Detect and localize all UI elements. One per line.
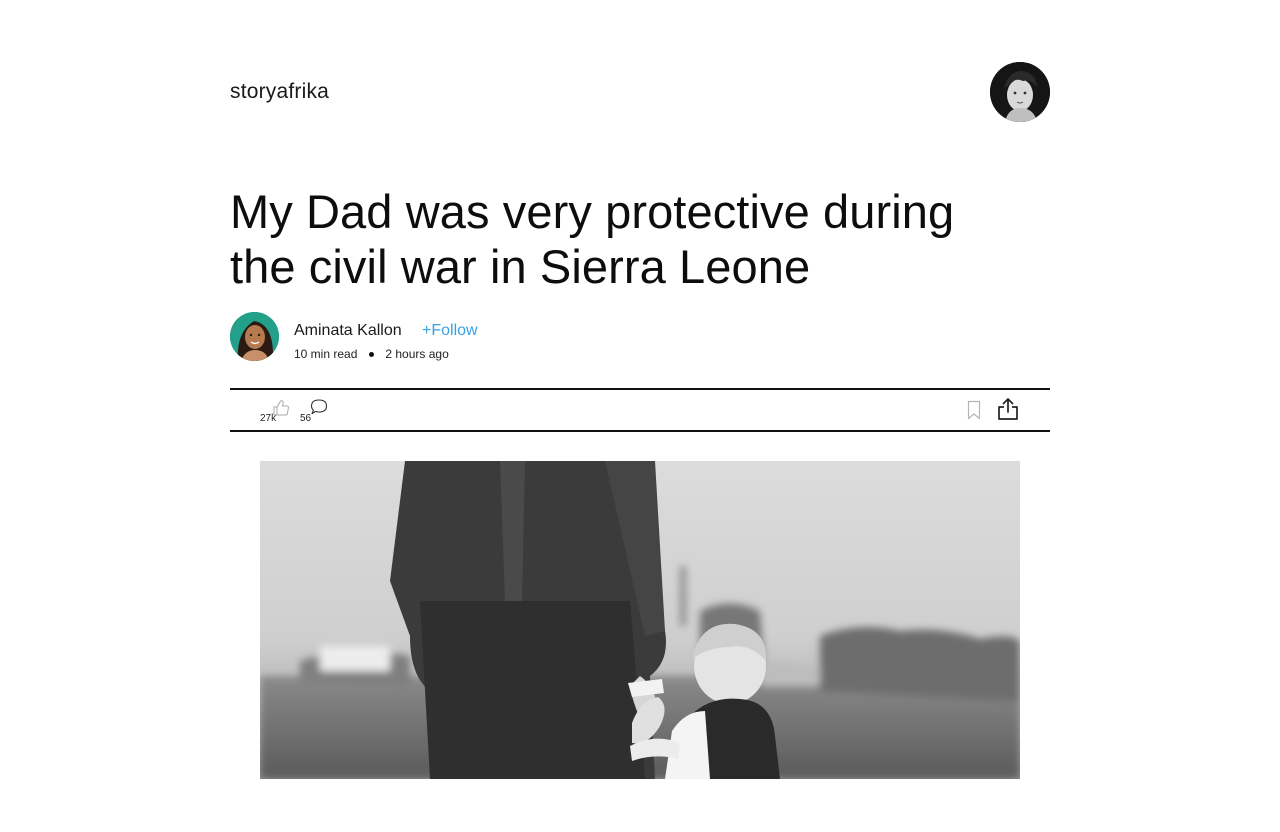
article-title: My Dad was very protective during the ci… [230, 185, 955, 293]
like-count: 27k [260, 413, 277, 424]
author-name[interactable]: Aminata Kallon [294, 322, 402, 340]
share-button[interactable] [997, 397, 1019, 421]
top-bar: storyafrika [230, 62, 1050, 124]
bookmark-icon [967, 400, 981, 420]
user-avatar[interactable] [990, 62, 1050, 122]
bookmark-button[interactable] [967, 400, 981, 420]
user-avatar-image [990, 62, 1050, 122]
like-button[interactable]: 27k [260, 396, 294, 426]
hero-photo [260, 461, 1020, 779]
posted-time: 2 hours ago [385, 347, 449, 361]
separator-dot [369, 351, 375, 357]
article-page: storyafrika My Dad was very protective d… [230, 0, 1050, 832]
read-time: 10 min read [294, 347, 358, 361]
article-meta: 10 min read 2 hours ago [294, 347, 449, 361]
comment-button[interactable]: 56 [300, 396, 334, 426]
comment-bubble-icon [310, 399, 328, 415]
author-avatar-image [230, 312, 279, 361]
author-row: Aminata Kallon +Follow 10 min read 2 hou… [230, 312, 1050, 362]
author-avatar[interactable] [230, 312, 279, 361]
share-icon [998, 398, 1018, 420]
action-bar: 27k 56 [230, 388, 1050, 432]
brand-logo[interactable]: storyafrika [230, 80, 329, 104]
hero-image [260, 461, 1020, 779]
comment-count: 56 [300, 413, 312, 424]
follow-button[interactable]: +Follow [422, 322, 478, 340]
